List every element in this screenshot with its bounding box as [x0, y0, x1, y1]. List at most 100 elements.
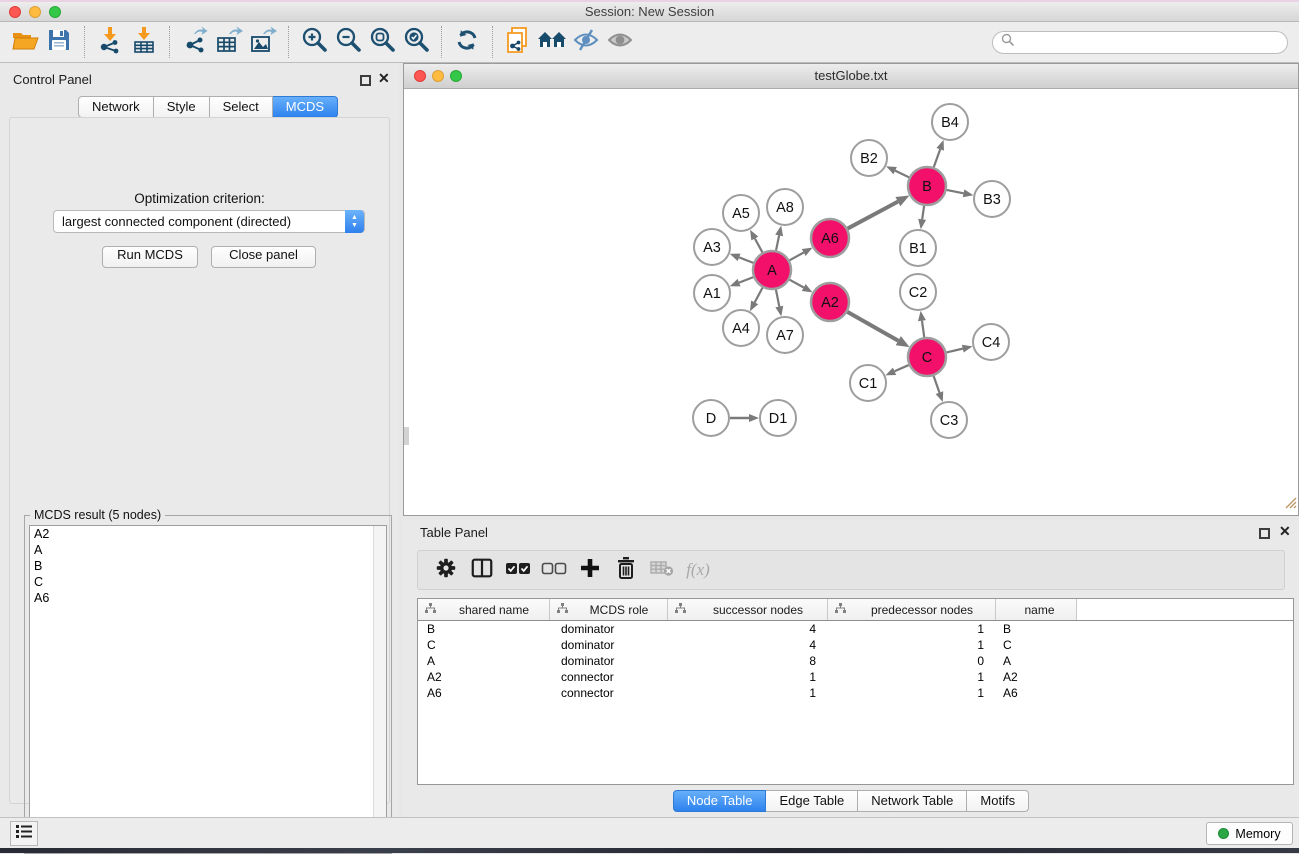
tab-mcds[interactable]: MCDS [273, 96, 338, 118]
node-A3[interactable]: A3 [694, 229, 730, 265]
search-input[interactable] [1015, 34, 1287, 52]
table-cell[interactable]: 1 [668, 670, 828, 684]
deselect-all-button[interactable] [536, 553, 572, 587]
criterion-dropdown[interactable]: largest connected component (directed) ▲… [53, 210, 365, 233]
table-cell[interactable]: 8 [668, 654, 828, 668]
delete-columns-button[interactable] [608, 553, 644, 587]
open-session-button[interactable] [8, 25, 42, 59]
import-table-button[interactable] [127, 25, 161, 59]
table-cell[interactable]: A6 [996, 686, 1077, 700]
tab-edge-table[interactable]: Edge Table [766, 790, 858, 812]
table-cell[interactable]: dominator [550, 638, 668, 652]
edge-A2-C[interactable] [847, 312, 909, 347]
home-button[interactable] [535, 25, 569, 59]
node-A4[interactable]: A4 [723, 310, 759, 346]
result-item[interactable]: A [30, 542, 386, 558]
edge-A-A6[interactable] [790, 248, 813, 261]
network-overview-button[interactable] [501, 25, 535, 59]
result-item[interactable]: B [30, 558, 386, 574]
network-canvas[interactable]: AA1A2A3A4A5A6A7A8BB1B2B3B4CC1C2C3C4DD1 [404, 89, 1298, 515]
export-network-button[interactable] [178, 25, 212, 59]
zoom-in-button[interactable] [297, 25, 331, 59]
table-cell[interactable]: B [418, 622, 550, 636]
edge-B-B2[interactable] [886, 166, 909, 177]
node-A[interactable]: A [753, 251, 791, 289]
table-cell[interactable]: dominator [550, 654, 668, 668]
edge-C-C2[interactable] [918, 311, 926, 337]
float-panel-icon[interactable] [360, 75, 371, 86]
table-row[interactable]: Bdominator41B [418, 621, 1293, 637]
table-cell[interactable]: connector [550, 670, 668, 684]
node-B2[interactable]: B2 [851, 140, 887, 176]
node-B4[interactable]: B4 [932, 104, 968, 140]
result-item[interactable]: C [30, 574, 386, 590]
result-scrollbar[interactable] [373, 526, 386, 848]
node-A6[interactable]: A6 [811, 219, 849, 257]
task-history-button[interactable] [10, 821, 38, 846]
node-B1[interactable]: B1 [900, 230, 936, 266]
show-columns-button[interactable] [464, 553, 500, 587]
table-cell[interactable]: 1 [668, 686, 828, 700]
edge-C-C4[interactable] [946, 345, 972, 353]
hide-panels-button[interactable] [569, 25, 603, 59]
table-cell[interactable]: A2 [418, 670, 550, 684]
node-C3[interactable]: C3 [931, 402, 967, 438]
minimize-window-button[interactable] [432, 70, 444, 82]
import-network-button[interactable] [93, 25, 127, 59]
column-header-predecessor-nodes[interactable]: predecessor nodes [828, 599, 996, 620]
zoom-window-button[interactable] [450, 70, 462, 82]
node-C4[interactable]: C4 [973, 324, 1009, 360]
edge-A-A2[interactable] [790, 280, 813, 293]
zoom-selected-button[interactable] [399, 25, 433, 59]
table-settings-button[interactable] [428, 553, 464, 587]
node-C2[interactable]: C2 [900, 274, 936, 310]
edge-A-A1[interactable] [730, 277, 754, 286]
table-row[interactable]: A2connector11A2 [418, 669, 1293, 685]
memory-button[interactable]: Memory [1206, 822, 1293, 845]
table-cell[interactable]: 0 [828, 654, 996, 668]
table-cell[interactable]: 1 [828, 622, 996, 636]
close-panel-icon[interactable]: ✕ [1279, 523, 1291, 540]
edge-A6-B[interactable] [848, 195, 910, 228]
table-cell[interactable]: 1 [828, 686, 996, 700]
table-cell[interactable]: C [418, 638, 550, 652]
show-panels-button[interactable] [603, 25, 637, 59]
node-D[interactable]: D [693, 400, 729, 436]
table-cell[interactable]: A [418, 654, 550, 668]
tab-select[interactable]: Select [210, 96, 273, 118]
edge-B-B4[interactable] [934, 140, 944, 167]
close-window-button[interactable] [414, 70, 426, 82]
column-header-name[interactable]: name [996, 599, 1077, 620]
table-row[interactable]: A6connector11A6 [418, 685, 1293, 701]
edge-C-C3[interactable] [934, 376, 944, 402]
edge-A-A4[interactable] [750, 288, 763, 312]
tab-network[interactable]: Network [78, 96, 154, 118]
tab-network-table[interactable]: Network Table [858, 790, 967, 812]
node-C[interactable]: C [908, 338, 946, 376]
zoom-window-button[interactable] [49, 6, 61, 18]
tab-style[interactable]: Style [154, 96, 210, 118]
node-A8[interactable]: A8 [767, 189, 803, 225]
select-all-button[interactable] [500, 553, 536, 587]
zoom-fit-button[interactable] [365, 25, 399, 59]
node-A2[interactable]: A2 [811, 283, 849, 321]
table-cell[interactable]: 4 [668, 638, 828, 652]
export-image-button[interactable] [246, 25, 280, 59]
float-panel-icon[interactable] [1259, 528, 1270, 539]
close-panel-button[interactable]: Close panel [211, 246, 316, 268]
edge-C-C1[interactable] [885, 365, 908, 375]
column-header-shared-name[interactable]: shared name [418, 599, 550, 620]
close-panel-icon[interactable]: ✕ [378, 70, 390, 87]
node-B3[interactable]: B3 [974, 181, 1010, 217]
result-item[interactable]: A6 [30, 590, 386, 606]
edge-A-A5[interactable] [750, 230, 762, 253]
table-cell[interactable]: connector [550, 686, 668, 700]
window-resize-grip[interactable] [1283, 495, 1297, 514]
table-cell[interactable]: B [996, 622, 1077, 636]
node-D1[interactable]: D1 [760, 400, 796, 436]
edge-A-A7[interactable] [775, 290, 783, 317]
edge-A-A3[interactable] [730, 254, 754, 263]
export-table-button[interactable] [212, 25, 246, 59]
column-header-mcds-role[interactable]: MCDS role [550, 599, 668, 620]
table-cell[interactable]: 4 [668, 622, 828, 636]
